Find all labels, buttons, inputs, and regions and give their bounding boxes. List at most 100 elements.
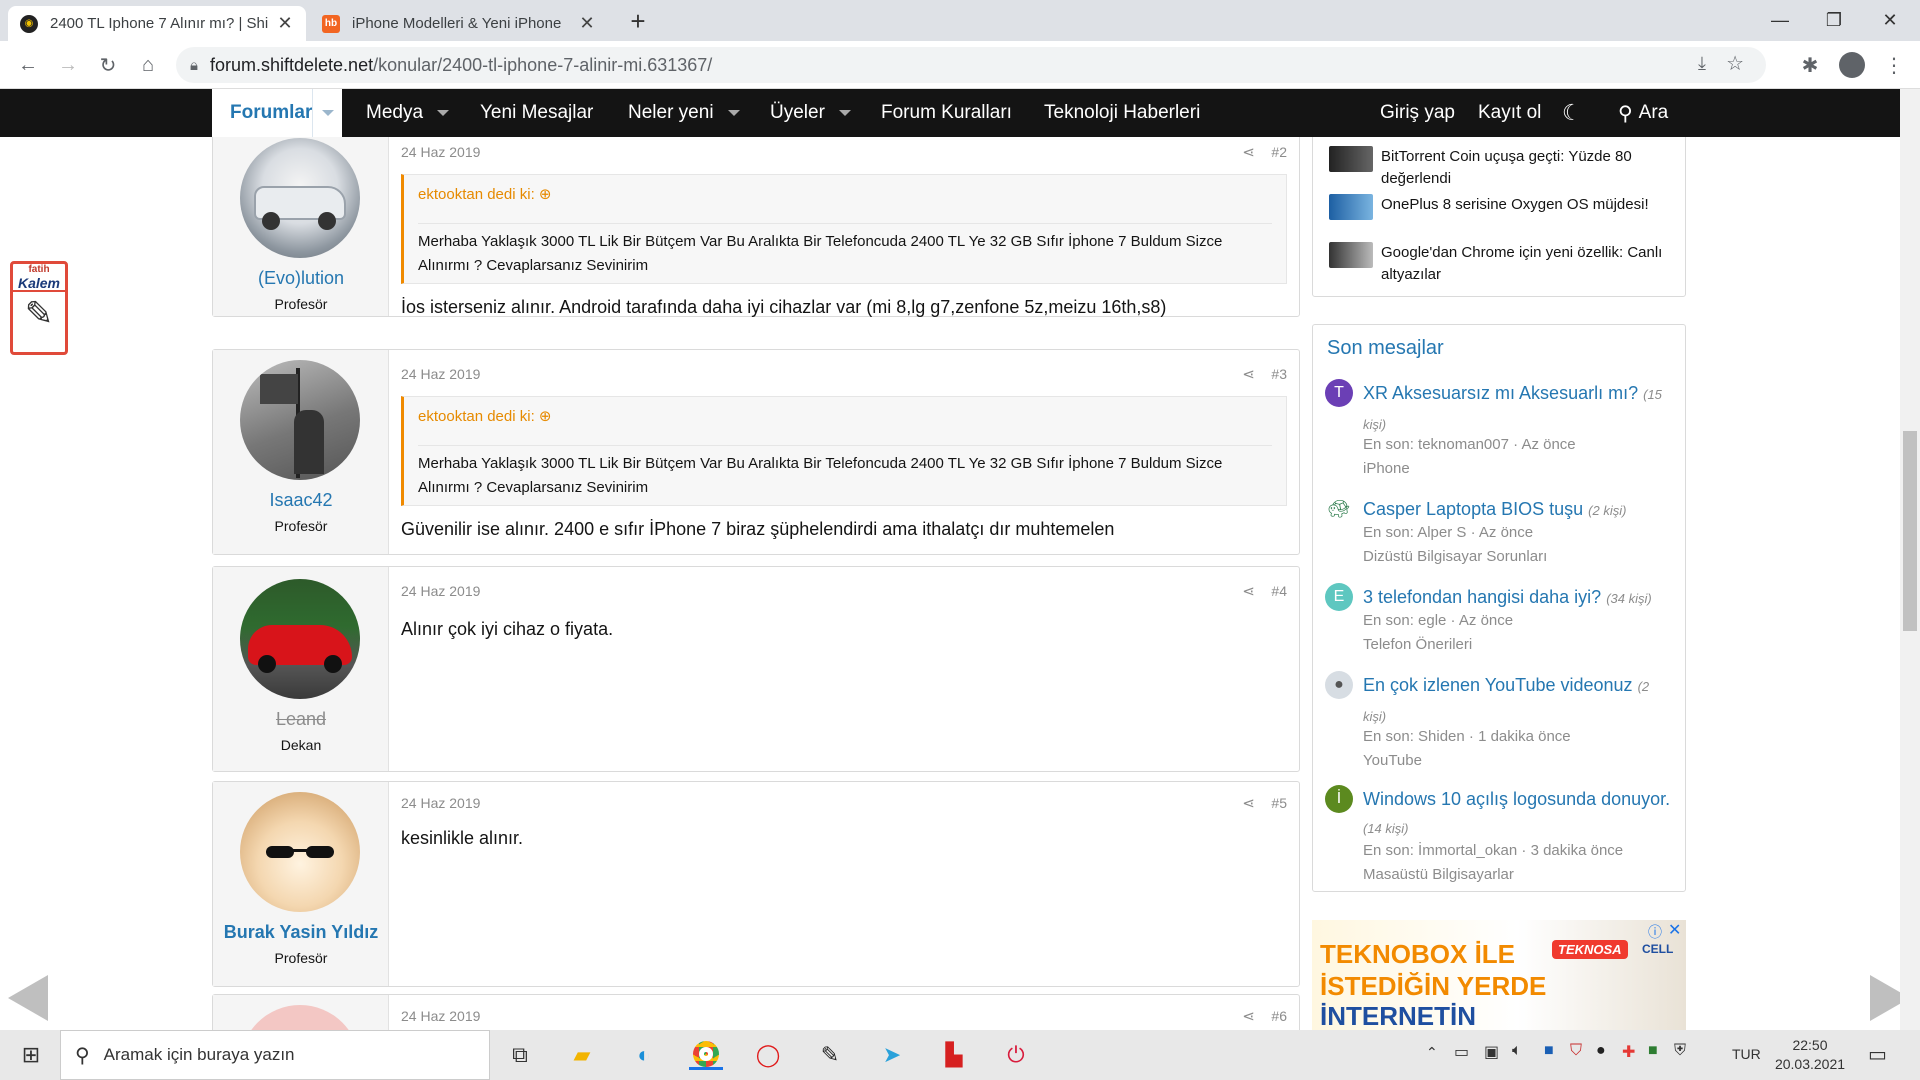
quote-author[interactable]: ektooktan dedi ki: ⊕	[418, 185, 552, 203]
close-tab-icon[interactable]: ✕	[276, 13, 294, 34]
widget-title[interactable]: Son mesajlar	[1327, 337, 1444, 360]
battery-icon[interactable]: ▭	[1454, 1042, 1469, 1062]
avatar[interactable]	[240, 579, 360, 699]
tray-security-icon[interactable]: ⛨	[1674, 1042, 1686, 1060]
taskbar-clock[interactable]: 22:50 20.03.2021	[1766, 1036, 1854, 1074]
address-bar[interactable]: 🔒︎ forum.shiftdelete.net/konular/2400-tl…	[176, 47, 1766, 83]
news-item[interactable]: OnePlus 8 serisine Oxygen OS müjdesi!	[1329, 194, 1671, 220]
nav-forumlar[interactable]: Forumlar	[212, 89, 342, 137]
tab-active[interactable]: ◉ 2400 TL Iphone 7 Alınır mı? | Shif ✕	[8, 6, 306, 41]
thread-meta[interactable]: En son: Alper S · Az önce	[1363, 521, 1533, 545]
nav-neler-yeni[interactable]: Neler yeni	[628, 89, 740, 137]
tray-app-icon[interactable]: ●	[1596, 1042, 1606, 1060]
thread-forum[interactable]: iPhone	[1363, 457, 1410, 481]
scrollbar-thumb[interactable]	[1903, 431, 1917, 631]
nav-teknoloji-haberleri[interactable]: Teknoloji Haberleri	[1044, 89, 1200, 137]
nav-forum-kurallari[interactable]: Forum Kuralları	[881, 89, 1012, 137]
username[interactable]: Isaac42	[213, 490, 389, 511]
avatar[interactable]	[240, 360, 360, 480]
arrow-up-circle-icon[interactable]: ⊕	[539, 408, 552, 425]
nav-uyeler[interactable]: Üyeler	[770, 89, 851, 137]
chevron-down-icon[interactable]	[838, 110, 851, 116]
media-app-icon[interactable]: ⏻	[999, 1040, 1033, 1070]
page-scrollbar[interactable]	[1900, 89, 1920, 1030]
close-window-button[interactable]: ✕	[1862, 0, 1918, 40]
username[interactable]: Burak Yasin Yıldız	[213, 922, 389, 943]
tab-inactive[interactable]: hb iPhone Modelleri & Yeni iPhone ✕	[310, 6, 608, 41]
chevron-down-icon[interactable]	[312, 89, 342, 137]
username[interactable]: (Evo)lution	[213, 268, 389, 289]
share-icon[interactable]: ⋖	[1242, 582, 1255, 600]
profile-avatar-icon[interactable]	[1836, 49, 1868, 81]
search-button[interactable]: ⚲ Ara	[1618, 89, 1668, 137]
opera-icon[interactable]: ◯	[751, 1040, 785, 1070]
avatar[interactable]	[240, 1005, 360, 1030]
thread-forum[interactable]: Masaüstü Bilgisayarlar	[1363, 863, 1514, 887]
post-date[interactable]: 24 Haz 2019	[401, 795, 480, 811]
thread-link[interactable]: XR Aksesuarsız mı Aksesuarlı mı? (15 kiş…	[1363, 379, 1673, 439]
avatar[interactable]: T	[1325, 379, 1353, 407]
post-date[interactable]: 24 Haz 2019	[401, 144, 480, 160]
share-icon[interactable]: ⋖	[1242, 794, 1255, 812]
share-icon[interactable]: ⋖	[1242, 365, 1255, 383]
chrome-menu-icon[interactable]: ⋮	[1878, 49, 1910, 81]
file-explorer-icon[interactable]: ▰	[565, 1040, 599, 1070]
tray-nvidia-icon[interactable]: ■	[1648, 1042, 1658, 1060]
pen-tool-icon[interactable]: ✎	[813, 1040, 847, 1070]
post-date[interactable]: 24 Haz 2019	[401, 366, 480, 382]
acrobat-icon[interactable]: ▙	[937, 1040, 971, 1070]
chrome-icon[interactable]	[689, 1040, 723, 1070]
news-item[interactable]: BitTorrent Coin uçuşa geçti: Yüzde 80 de…	[1329, 146, 1671, 190]
arrow-up-circle-icon[interactable]: ⊕	[539, 186, 552, 203]
reload-icon[interactable]: ↻	[92, 49, 124, 81]
avatar[interactable]: E	[1325, 583, 1353, 611]
tray-shield-icon[interactable]: ⛉	[1570, 1042, 1582, 1060]
thread-meta[interactable]: En son: Shiden · 1 dakika önce	[1363, 725, 1571, 749]
thread-forum[interactable]: Dizüstü Bilgisayar Sorunları	[1363, 545, 1547, 569]
post-number[interactable]: #4	[1271, 583, 1287, 599]
post-number[interactable]: #3	[1271, 366, 1287, 382]
task-view-icon[interactable]: ⧉	[503, 1040, 537, 1070]
bookmark-star-icon[interactable]: ☆	[1726, 51, 1744, 76]
post-date[interactable]: 24 Haz 2019	[401, 583, 480, 599]
minimize-button[interactable]: —	[1752, 0, 1808, 40]
thread-forum[interactable]: YouTube	[1363, 749, 1422, 773]
chevron-down-icon[interactable]	[727, 110, 740, 116]
install-app-icon[interactable]: ⤓	[1698, 53, 1706, 74]
edge-icon[interactable]: ◐	[627, 1040, 661, 1070]
username[interactable]: Leand	[213, 709, 389, 730]
close-tab-icon[interactable]: ✕	[578, 13, 596, 34]
home-icon[interactable]: ⌂	[132, 49, 164, 81]
advertisement[interactable]: TEKNOBOX İLE İSTEDİĞİN YERDE İNTERNETİN …	[1312, 920, 1686, 1030]
nav-medya[interactable]: Medya	[366, 89, 450, 137]
volume-icon[interactable]: 🔈︎	[1512, 1042, 1522, 1060]
share-icon[interactable]: ⋖	[1242, 143, 1255, 161]
arrow-left-icon[interactable]	[8, 975, 48, 1021]
ad-close-icon[interactable]: ✕	[1668, 920, 1681, 940]
quote-author[interactable]: ektooktan dedi ki: ⊕	[418, 407, 552, 425]
ad-info-icon[interactable]: ⓘ	[1648, 922, 1662, 942]
language-indicator[interactable]: TUR	[1732, 1046, 1761, 1062]
post-number[interactable]: #2	[1271, 144, 1287, 160]
thread-meta[interactable]: En son: İmmortal_okan · 3 dakika önce	[1363, 839, 1623, 863]
avatar[interactable]	[240, 792, 360, 912]
thread-forum[interactable]: Telefon Önerileri	[1363, 633, 1472, 657]
thread-meta[interactable]: En son: teknoman007 · Az önce	[1363, 433, 1576, 457]
thread-link[interactable]: Windows 10 açılış logosunda donuyor. (14…	[1363, 785, 1673, 843]
avatar[interactable]: ●	[1325, 671, 1353, 699]
network-icon[interactable]: ▣	[1484, 1042, 1499, 1062]
avatar[interactable]: 🐢︎	[1325, 495, 1353, 523]
forward-icon[interactable]: →	[52, 49, 84, 81]
taskbar-search-box[interactable]: ⚲ Aramak için buraya yazın	[60, 1030, 490, 1080]
nav-yeni-mesajlar[interactable]: Yeni Mesajlar	[480, 89, 593, 137]
avatar[interactable]: İ	[1325, 785, 1353, 813]
news-item[interactable]: Google'dan Chrome için yeni özellik: Can…	[1329, 242, 1671, 286]
register-link[interactable]: Kayıt ol	[1478, 89, 1541, 137]
notifications-icon[interactable]: ▭	[1868, 1042, 1887, 1067]
share-icon[interactable]: ⋖	[1242, 1007, 1255, 1025]
maximize-button[interactable]: ❐	[1806, 0, 1862, 40]
chevron-down-icon[interactable]	[437, 110, 450, 116]
post-date[interactable]: 24 Haz 2019	[401, 1008, 480, 1024]
thread-link[interactable]: En çok izlenen YouTube videonuz (2 kişi)	[1363, 671, 1673, 731]
fatih-kalem-widget[interactable]: fatih Kalem ✎	[10, 261, 68, 355]
